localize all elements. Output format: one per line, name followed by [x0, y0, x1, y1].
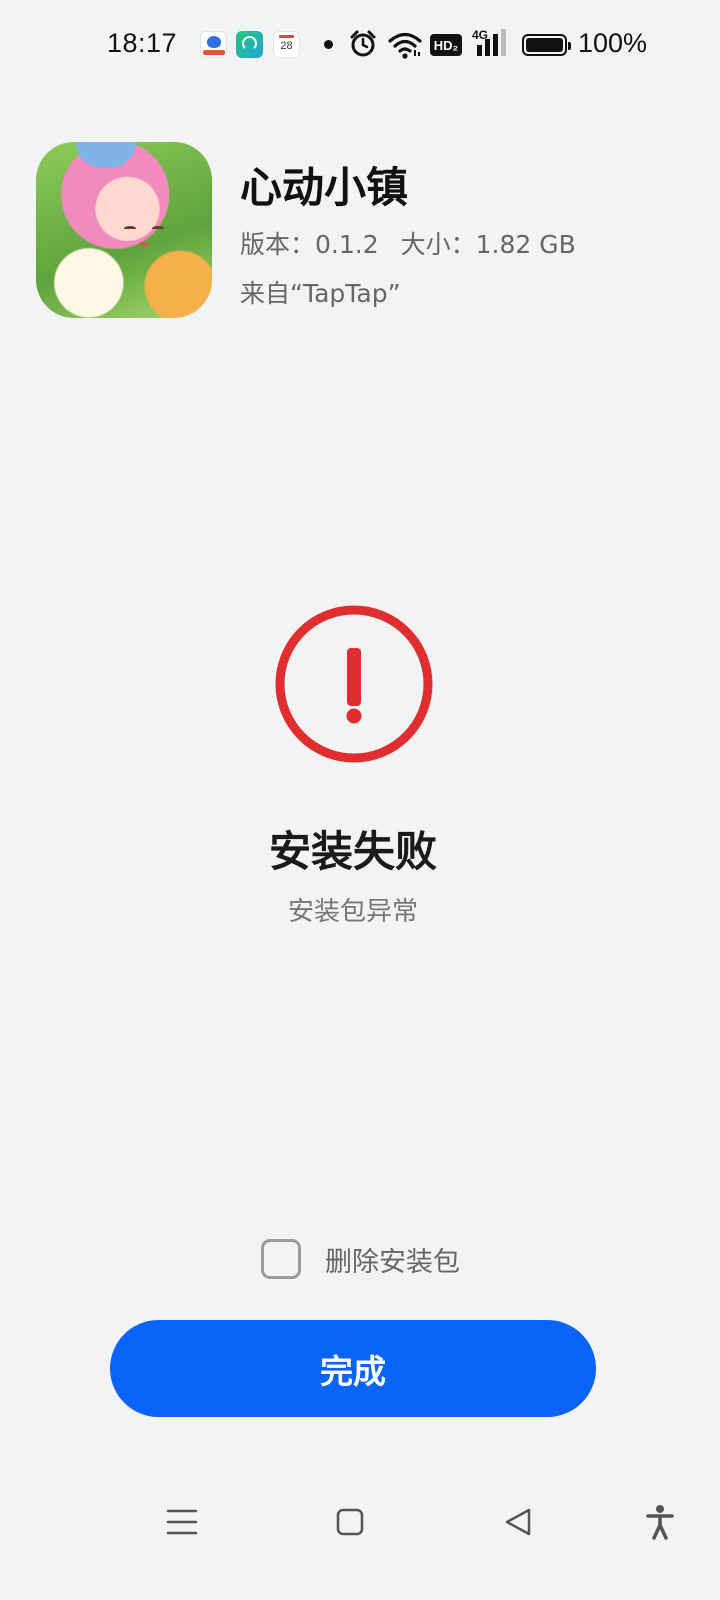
app-version: 版本：0.1.2 [240, 230, 379, 259]
app-meta: 版本：0.1.2 大小：1.82 GB [240, 225, 576, 261]
delete-package-label: 删除安装包 [325, 1246, 460, 1278]
navigation-bar [0, 1480, 720, 1560]
home-icon[interactable] [330, 1502, 370, 1542]
app-size: 大小：1.82 GB [400, 230, 576, 259]
notification-dot-icon [324, 40, 333, 49]
status-bar: 18:17 28 HD₂ 4G 100% [0, 0, 720, 92]
battery-icon [522, 34, 571, 56]
error-icon [275, 605, 433, 763]
accessibility-icon[interactable] [640, 1502, 680, 1542]
alarm-icon [350, 30, 376, 57]
wifi-icon [388, 32, 422, 59]
result-subtitle: 安装包异常 [287, 897, 418, 927]
calendar-icon: 28 [273, 31, 300, 58]
signal-4g-icon: 4G [472, 28, 510, 58]
calendar-day: 28 [280, 40, 293, 52]
delete-package-checkbox[interactable] [261, 1239, 301, 1279]
install-result-screen: 18:17 28 HD₂ 4G 100% 心动小镇 版本：0.1.2 大小：1.… [0, 0, 720, 1600]
delete-package-option[interactable]: 删除安装包 [261, 1239, 460, 1279]
app-name: 心动小镇 [240, 163, 409, 212]
app-icon [36, 142, 212, 318]
app-source: 来自“TapTap” [240, 279, 401, 308]
hd-icon: HD₂ [430, 34, 462, 56]
status-time: 18:17 [107, 28, 178, 58]
green-app-icon [236, 31, 263, 58]
result-title: 安装失败 [268, 827, 437, 876]
menu-icon[interactable] [162, 1502, 202, 1542]
back-icon[interactable] [498, 1502, 538, 1542]
done-button[interactable]: 完成 [110, 1320, 596, 1417]
battery-percent: 100% [578, 28, 648, 58]
baidu-app-icon [200, 31, 227, 58]
